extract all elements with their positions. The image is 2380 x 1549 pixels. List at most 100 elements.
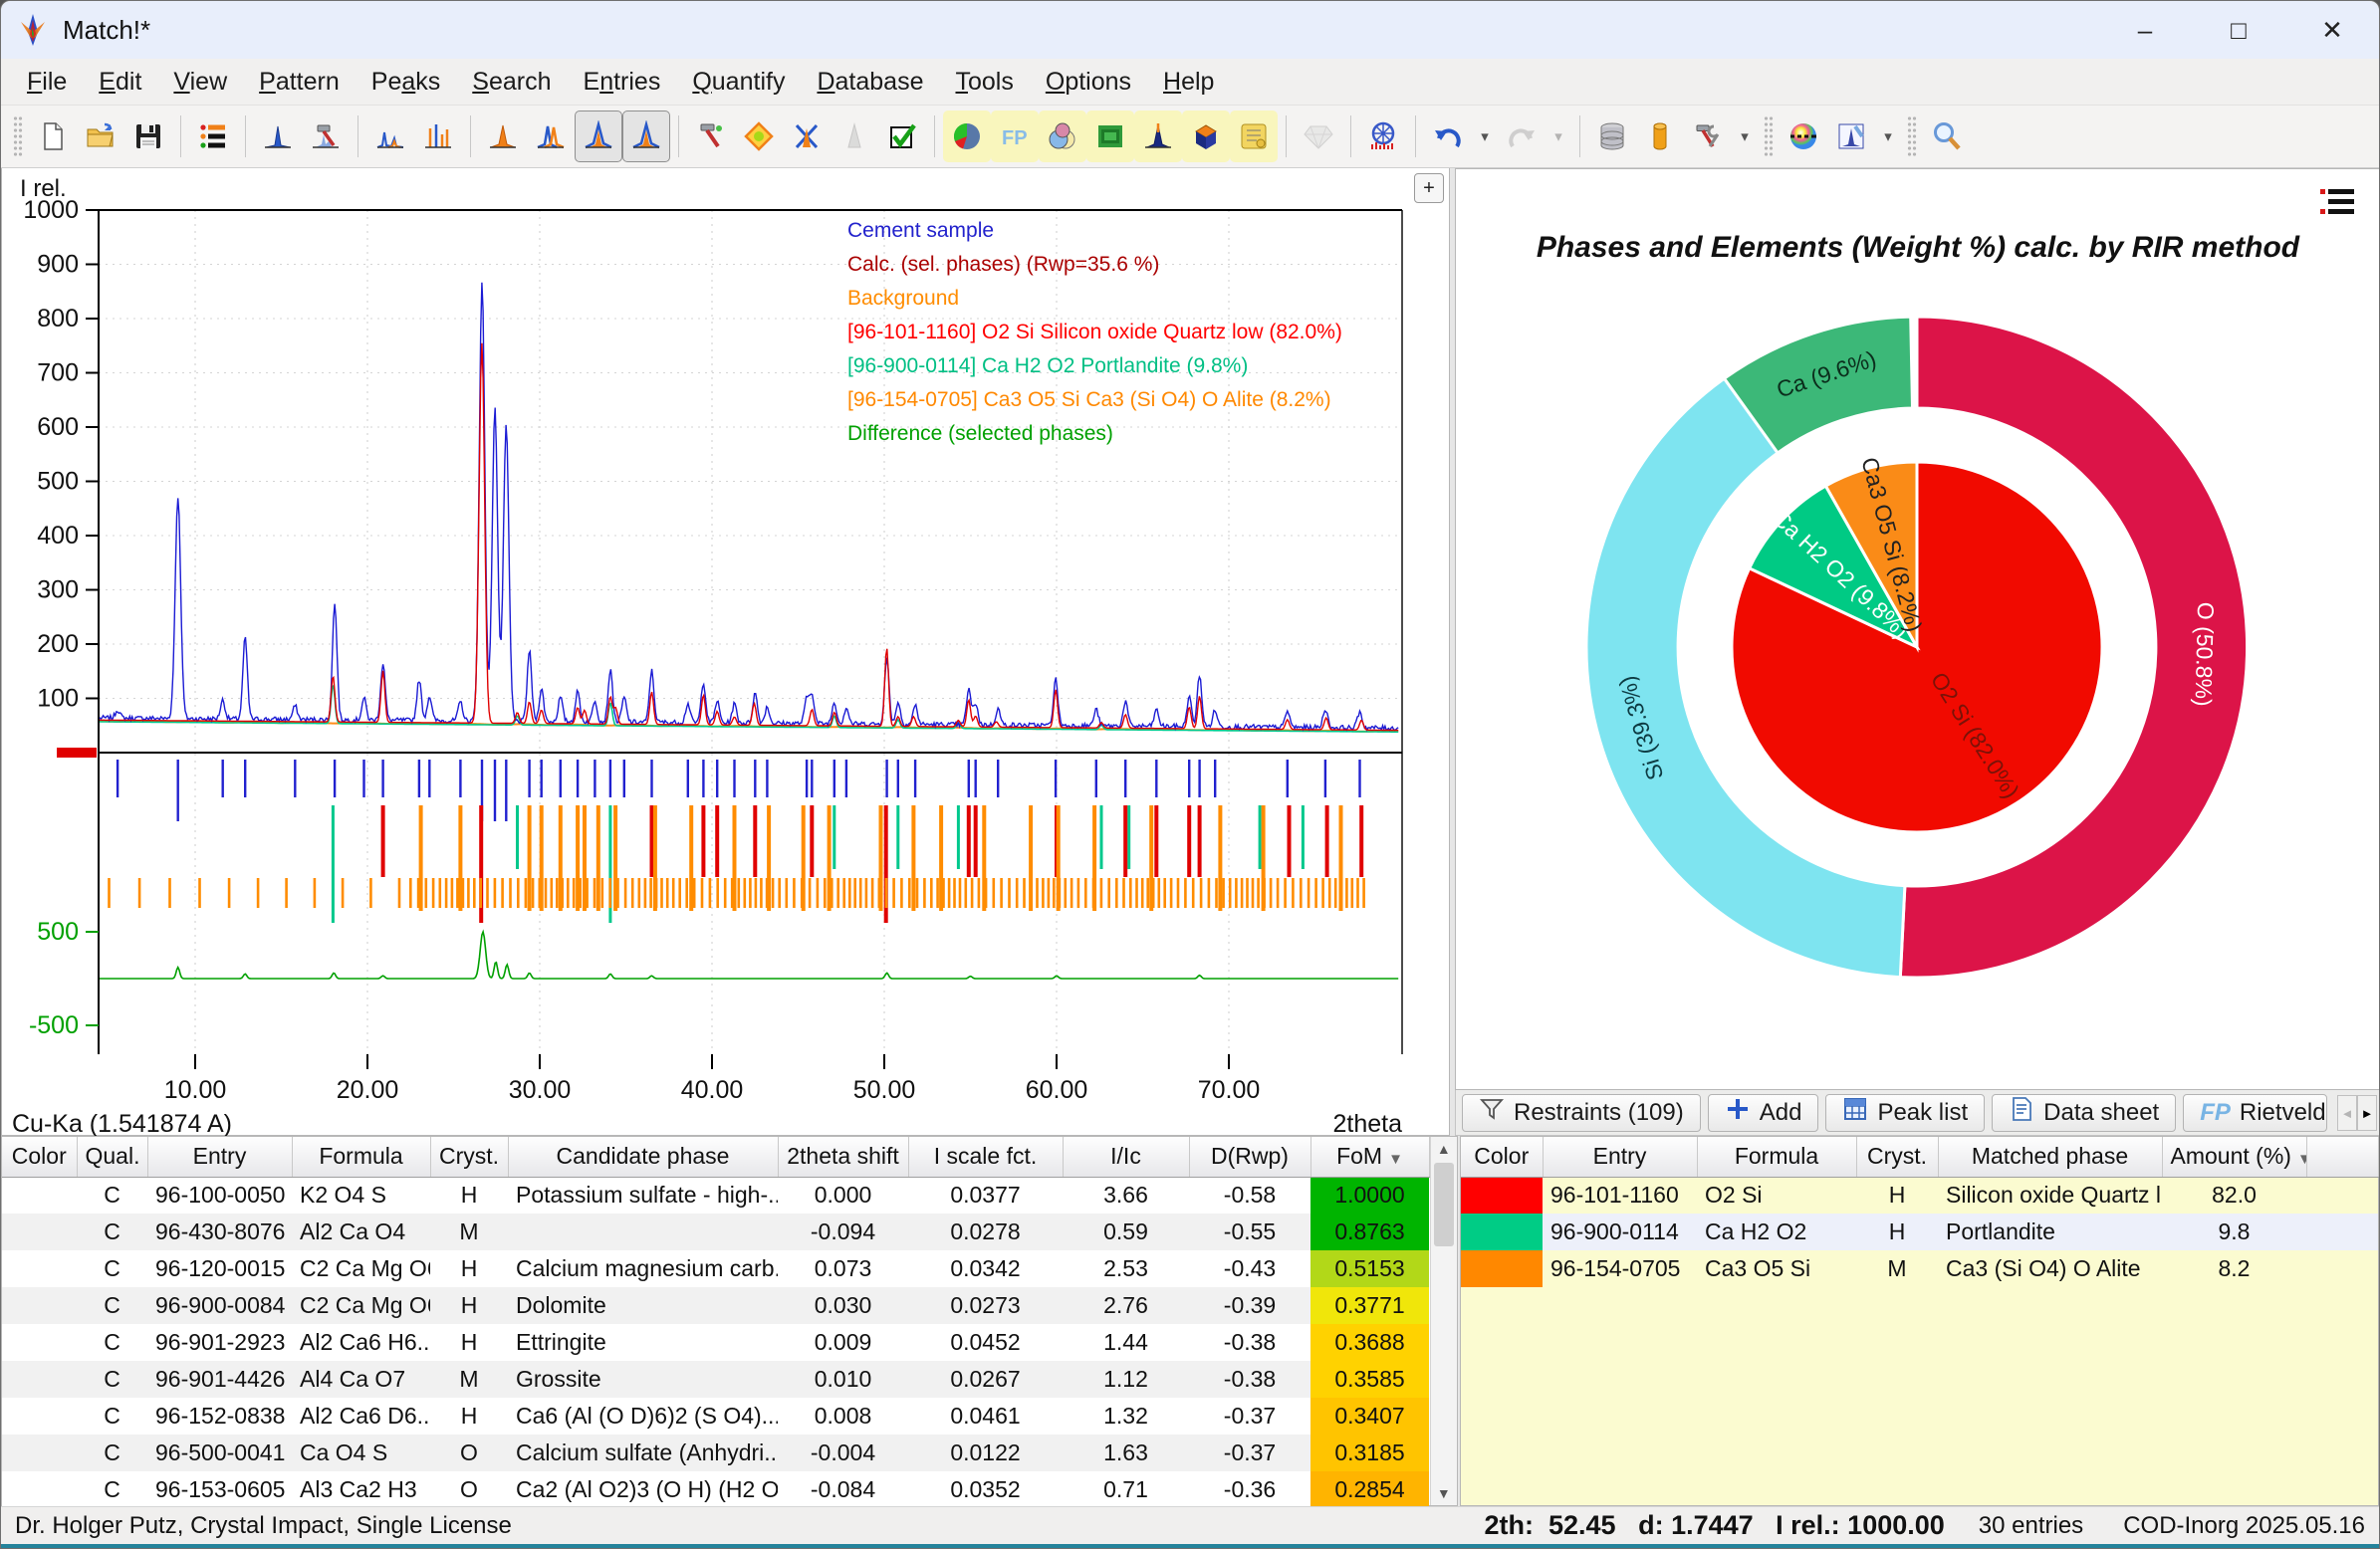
scroll-down-icon[interactable]: ▼	[1431, 1481, 1458, 1505]
save-floppy-icon[interactable]	[124, 111, 172, 162]
dropdown-arrow-icon[interactable]: ▾	[1732, 111, 1758, 162]
menu-file[interactable]: File	[11, 62, 83, 103]
candidate-row[interactable]: C96-901-2923Al2 Ca6 H6...HEttringite0.00…	[2, 1324, 1429, 1361]
menu-entries[interactable]: Entries	[568, 62, 677, 103]
peak-orange-icon[interactable]	[479, 111, 527, 162]
peaks-match-icon[interactable]	[575, 111, 622, 162]
candidate-row[interactable]: C96-120-0015C2 Ca Mg O6HCalcium magnesiu…	[2, 1250, 1429, 1287]
matched-phase-row[interactable]: 96-900-0114Ca H2 O2HPortlandite9.8	[1461, 1214, 2378, 1250]
peaks-bars-icon[interactable]	[414, 111, 462, 162]
peak-blue-icon[interactable]	[254, 111, 302, 162]
candidate-row[interactable]: C96-152-0838Al2 Ca6 D6...HCa6 (Al (O D)6…	[2, 1398, 1429, 1435]
new-document-icon[interactable]	[29, 111, 77, 162]
column-header[interactable]: Matched phase	[1938, 1137, 2162, 1177]
menu-edit[interactable]: Edit	[83, 62, 157, 103]
tabs-scroll-right[interactable]: ►	[2357, 1095, 2377, 1131]
menu-search[interactable]: Search	[456, 62, 567, 103]
search-magnifier-icon[interactable]	[1923, 111, 1971, 162]
phase-pie-chart[interactable]: O (50.8%)Si (39.3%)Ca (9.6%)O2 Si (82.0%…	[1456, 169, 2380, 1050]
toolbar-grip[interactable]	[1764, 115, 1774, 157]
tab-peak-list[interactable]: Peak list	[1825, 1094, 1985, 1132]
column-header[interactable]: I scale fct.	[908, 1137, 1063, 1177]
texture-green-icon[interactable]	[1086, 111, 1134, 162]
svg-text:10.00: 10.00	[164, 1076, 227, 1104]
column-header[interactable]: Color	[1461, 1137, 1543, 1177]
check-doc-icon[interactable]	[878, 111, 926, 162]
column-header[interactable]: 2theta shift	[778, 1137, 908, 1177]
wrench-hammer-icon[interactable]	[1684, 111, 1732, 162]
candidate-row[interactable]: C96-500-0041Ca O4 SOCalcium sulfate (Anh…	[2, 1435, 1429, 1471]
toolbar-grip[interactable]	[1907, 115, 1917, 157]
scrollbar-thumb[interactable]	[1434, 1163, 1454, 1246]
column-header[interactable]: Cryst.	[1856, 1137, 1938, 1177]
zoom-in-button[interactable]: +	[1414, 173, 1444, 203]
scroll-up-icon[interactable]: ▲	[1431, 1137, 1458, 1161]
candidate-row[interactable]: C96-100-0050K2 O4 SHPotassium sulfate - …	[2, 1177, 1429, 1214]
column-header[interactable]: Amount (%)▼	[2162, 1137, 2306, 1177]
dropdown-arrow-icon[interactable]: ▾	[1875, 111, 1901, 162]
column-header[interactable]: Entry	[147, 1137, 292, 1177]
peaks-overlay-icon[interactable]	[527, 111, 575, 162]
refinement-wheel-icon[interactable]	[1359, 111, 1407, 162]
column-header[interactable]: Color	[2, 1137, 77, 1177]
svg-text:O (50.8%): O (50.8%)	[2191, 602, 2220, 707]
column-header[interactable]: D(Rwp)	[1189, 1137, 1310, 1177]
svg-text:200: 200	[37, 630, 79, 658]
candidate-row[interactable]: C96-900-0084C2 Ca Mg O6HDolomite0.0300.0…	[2, 1287, 1429, 1324]
candidate-row[interactable]: C96-153-0605Al3 Ca2 H3OCa2 (Al O2)3 (O H…	[2, 1471, 1429, 1508]
matched-phase-row[interactable]: 96-154-0705Ca3 O5 SiMCa3 (Si O4) O Alite…	[1461, 1250, 2378, 1287]
menu-pattern[interactable]: Pattern	[243, 62, 356, 103]
minimize-button[interactable]: –	[2098, 1, 2192, 59]
cube-3d-icon[interactable]	[1182, 111, 1230, 162]
menu-help[interactable]: Help	[1147, 62, 1230, 103]
hammer-color-icon[interactable]	[687, 111, 735, 162]
chart-pencil-icon[interactable]	[1827, 111, 1875, 162]
report-scroll-icon[interactable]	[1230, 111, 1278, 162]
column-header[interactable]: Qual.	[77, 1137, 147, 1177]
redo-arrow-icon	[1498, 111, 1546, 162]
close-button[interactable]: ✕	[2285, 1, 2379, 59]
candidate-row[interactable]: C96-430-8076Al2 Ca O4M-0.0940.02780.59-0…	[2, 1214, 1429, 1250]
column-header[interactable]: Candidate phase	[508, 1137, 778, 1177]
peak-navy-icon[interactable]	[1134, 111, 1182, 162]
toolbar-grip[interactable]	[13, 115, 23, 157]
open-folder-icon[interactable]	[77, 111, 124, 162]
venn-circles-icon[interactable]	[1039, 111, 1086, 162]
pie-chart-icon[interactable]	[943, 111, 991, 162]
menu-quantify[interactable]: Quantify	[676, 62, 801, 103]
candidate-row[interactable]: C96-901-4426Al4 Ca O7MGrossite0.0100.026…	[2, 1361, 1429, 1398]
menu-database[interactable]: Database	[801, 62, 939, 103]
column-header[interactable]: Entry	[1543, 1137, 1697, 1177]
peak-arrows-icon[interactable]	[783, 111, 831, 162]
table-scrollbar[interactable]: ▲ ▼	[1430, 1137, 1458, 1505]
tab-rietveld[interactable]: FPRietveld	[2183, 1094, 2327, 1132]
hammer-peaks-icon[interactable]	[302, 111, 350, 162]
tab-data-sheet[interactable]: Data sheet	[1992, 1094, 2176, 1132]
menu-options[interactable]: Options	[1030, 62, 1147, 103]
rainbow-sphere-icon[interactable]	[1780, 111, 1827, 162]
menu-tools[interactable]: Tools	[939, 62, 1029, 103]
column-header[interactable]: FoM▼	[1310, 1137, 1429, 1177]
column-header[interactable]: I/Ic	[1063, 1137, 1189, 1177]
tab-restraints-109-[interactable]: Restraints (109)	[1462, 1094, 1701, 1132]
matched-phase-row[interactable]: 96-101-1160O2 SiHSilicon oxide Quartz l.…	[1461, 1177, 2378, 1214]
peaks-small-icon[interactable]	[366, 111, 414, 162]
tab-add[interactable]: Add	[1708, 1094, 1819, 1132]
peaks-match2-icon[interactable]	[622, 111, 670, 162]
svg-text:30.00: 30.00	[509, 1076, 572, 1104]
database-cylinder-icon[interactable]	[1588, 111, 1636, 162]
column-orange-icon[interactable]	[1636, 111, 1684, 162]
menu-view[interactable]: View	[157, 62, 243, 103]
peak-gray-icon	[831, 111, 878, 162]
tabs-scroll-left[interactable]: ◄	[2337, 1095, 2357, 1131]
menu-peaks[interactable]: Peaks	[356, 62, 457, 103]
column-header[interactable]: Formula	[1697, 1137, 1856, 1177]
entry-list-icon[interactable]	[189, 111, 237, 162]
undo-arrow-icon[interactable]	[1424, 111, 1472, 162]
column-header[interactable]: Cryst.	[430, 1137, 508, 1177]
dropdown-arrow-icon[interactable]: ▾	[1472, 111, 1498, 162]
diamond-orange-icon[interactable]	[735, 111, 783, 162]
maximize-button[interactable]: □	[2192, 1, 2285, 59]
fp-letters-icon[interactable]: FP	[991, 111, 1039, 162]
column-header[interactable]: Formula	[292, 1137, 430, 1177]
